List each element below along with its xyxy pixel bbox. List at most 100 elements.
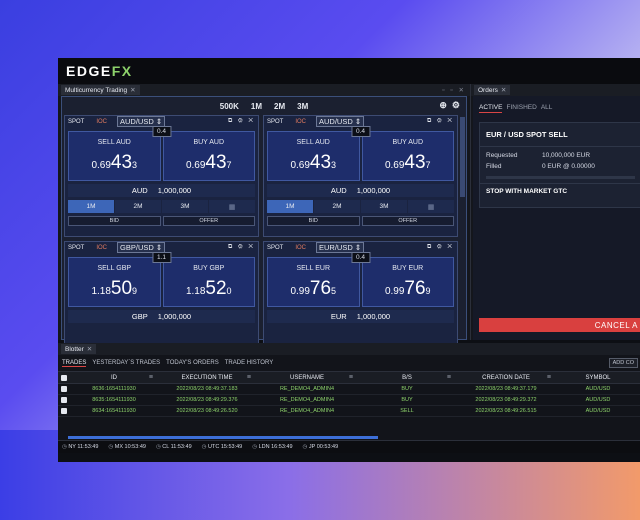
sell-label: SELL AUD <box>97 139 131 146</box>
edgefx-logo: EDGEFX <box>66 63 133 79</box>
column-menu-icon[interactable]: ≡ <box>349 374 353 381</box>
price-big-figure: 52 <box>205 278 227 299</box>
add-tile-icon[interactable]: ⊕ <box>439 100 447 111</box>
table-row[interactable]: 8634:1654111930 2022/08/23 08:49:26.520 … <box>58 406 640 417</box>
vertical-scrollbar[interactable] <box>460 115 465 339</box>
app-header: EDGEFX <box>58 58 640 84</box>
select-all-checkbox[interactable] <box>58 372 70 383</box>
column-execution-time[interactable]: EXECUTION TIME ≡ <box>158 372 256 383</box>
sell-price-button[interactable]: SELL AUD 0.69433 <box>68 131 161 181</box>
tab-trade-history[interactable]: TRADE HISTORY <box>225 360 273 366</box>
offer-button[interactable]: OFFER <box>162 216 255 226</box>
tab-blotter[interactable]: Blotter ✕ <box>61 344 97 354</box>
tab-multicurrency-trading[interactable]: Multicurrency Trading ✕ <box>61 85 140 95</box>
notional-3m-button[interactable]: 3M <box>297 102 308 111</box>
amount-value: 1,000,000 <box>157 312 192 321</box>
column-menu-icon[interactable]: ≡ <box>547 374 551 381</box>
cancel-order-button[interactable]: CANCEL A <box>479 318 640 332</box>
horizontal-scrollbar[interactable] <box>68 436 378 439</box>
price-big-figure: 43 <box>404 152 426 173</box>
price-prefix: 1.18 <box>185 286 206 297</box>
notional-2m-button[interactable]: 2M <box>274 102 285 111</box>
amount-currency: AUD <box>131 186 148 195</box>
tenor-3m-button[interactable]: 3M <box>361 200 407 213</box>
cell-id: 8634:1654111930 <box>92 408 136 414</box>
calendar-icon[interactable]: ▦ <box>209 200 255 213</box>
clock-ldn: ◷ LDN 16:53:49 <box>252 444 293 450</box>
column-menu-icon[interactable]: ≡ <box>149 374 153 381</box>
gear-icon[interactable]: ⚙ <box>452 100 460 111</box>
offer-button[interactable]: OFFER <box>361 216 454 226</box>
column-menu-icon[interactable]: ≡ <box>447 374 451 381</box>
column-creation-date[interactable]: CREATION DATE ≡ <box>456 372 556 383</box>
amount-input[interactable]: AUD 1,000,000 <box>68 184 255 197</box>
column-menu-icon[interactable]: ≡ <box>247 374 251 381</box>
ioc-toggle[interactable]: IOC <box>96 245 107 251</box>
amount-input[interactable]: GBP 1,000,000 <box>68 310 255 323</box>
sell-price-button[interactable]: SELL GBP 1.18509 <box>68 257 161 307</box>
buy-price-button[interactable]: BUY EUR 0.99769 <box>361 257 454 307</box>
cell-bs: BUY <box>401 386 413 392</box>
amount-input[interactable]: EUR 1,000,000 <box>267 310 454 323</box>
tile-controls[interactable]: ⧉ ⚙ ✕ <box>427 118 454 125</box>
bid-button[interactable]: BID <box>267 216 360 226</box>
tab-label: Blotter <box>65 345 84 353</box>
tenor-2m-button[interactable]: 2M <box>314 200 360 213</box>
tenor-3m-button[interactable]: 3M <box>162 200 208 213</box>
table-row[interactable]: 8635:1654111930 2022/08/23 08:49:29.376 … <box>58 395 640 406</box>
buy-price-button[interactable]: BUY AUD 0.69437 <box>162 131 255 181</box>
tile-controls[interactable]: ⧉ ⚙ ✕ <box>228 244 255 251</box>
tenor-2m-button[interactable]: 2M <box>115 200 161 213</box>
tile-controls[interactable]: ⧉ ⚙ ✕ <box>427 244 454 251</box>
close-icon[interactable]: ✕ <box>130 86 135 94</box>
bid-button[interactable]: BID <box>68 216 161 226</box>
tenor-1m-button[interactable]: 1M <box>68 200 114 213</box>
tab-trades[interactable]: TRADES <box>62 360 87 367</box>
buy-label: BUY AUD <box>193 139 225 146</box>
price-big-figure: 43 <box>309 152 332 173</box>
tile-controls[interactable]: ⧉ ⚙ ✕ <box>228 118 255 125</box>
column-symbol[interactable]: SYMBOL <box>556 372 640 383</box>
notional-1m-button[interactable]: 1M <box>251 102 262 111</box>
row-checkbox[interactable] <box>58 395 70 405</box>
column-id[interactable]: ID ≡ <box>70 372 158 383</box>
cell-username: RE_DEMO4_ADMIN4 <box>279 408 335 414</box>
table-row[interactable]: 8636:1654111930 2022/08/23 08:49:37.183 … <box>58 384 640 395</box>
tab-finished[interactable]: FINISHED <box>506 104 536 113</box>
price-big-figure: 50 <box>110 278 133 299</box>
row-checkbox[interactable] <box>58 406 70 416</box>
buy-price-button[interactable]: BUY GBP 1.18520 <box>162 257 255 307</box>
notional-500k-button[interactable]: 500K <box>220 102 239 111</box>
cell-symbol: AUD/USD <box>585 397 611 403</box>
add-column-button[interactable]: ADD CO <box>608 358 638 368</box>
calendar-icon[interactable]: ▦ <box>408 200 454 213</box>
ioc-toggle[interactable]: IOC <box>295 245 306 251</box>
tab-all[interactable]: ALL <box>541 104 553 113</box>
price-prefix: 0.69 <box>91 160 111 171</box>
window-controls[interactable]: ▫ ▫ ✕ <box>442 86 466 94</box>
tab-active[interactable]: ACTIVE <box>479 104 503 113</box>
column-label: ID <box>111 374 117 381</box>
amount-input[interactable]: AUD 1,000,000 <box>267 184 454 197</box>
row-checkbox[interactable] <box>58 384 70 394</box>
filled-label: Filled <box>486 163 502 170</box>
tile-grid: SPOT IOC AUD/USD ⇕ ⧉ ⚙ ✕ 0.4 SELL AUD 0.… <box>64 115 458 363</box>
tab-label: Orders <box>478 86 498 94</box>
tab-orders[interactable]: Orders ✕ <box>474 85 511 95</box>
multicurrency-trading-panel: Multicurrency Trading ✕ ▫ ▫ ✕ 500K 1M 2M… <box>58 84 471 363</box>
tenor-1m-button[interactable]: 1M <box>267 200 313 213</box>
sell-price-button[interactable]: SELL AUD 0.69433 <box>267 131 360 181</box>
tab-todays-orders[interactable]: TODAY'S ORDERS <box>166 360 219 366</box>
buy-price-button[interactable]: BUY AUD 0.69437 <box>361 131 454 181</box>
column-bs[interactable]: B/S ≡ <box>358 372 456 383</box>
tab-yesterdays-trades[interactable]: YESTERDAY`S TRADES <box>92 360 160 366</box>
close-icon[interactable]: ✕ <box>501 86 506 94</box>
ioc-toggle[interactable]: IOC <box>295 119 306 125</box>
tile-aud-usd-2: SPOT IOC AUD/USD ⇕ ⧉ ⚙ ✕ 0.4 SELL AUD 0.… <box>263 115 458 237</box>
spread-badge: 0.4 <box>151 126 172 137</box>
sell-price-button[interactable]: SELL EUR 0.99765 <box>267 257 360 307</box>
ioc-toggle[interactable]: IOC <box>96 119 107 125</box>
column-username[interactable]: USERNAME ≡ <box>256 372 358 383</box>
close-icon[interactable]: ✕ <box>87 345 92 353</box>
spread-badge: 0.4 <box>350 252 371 263</box>
